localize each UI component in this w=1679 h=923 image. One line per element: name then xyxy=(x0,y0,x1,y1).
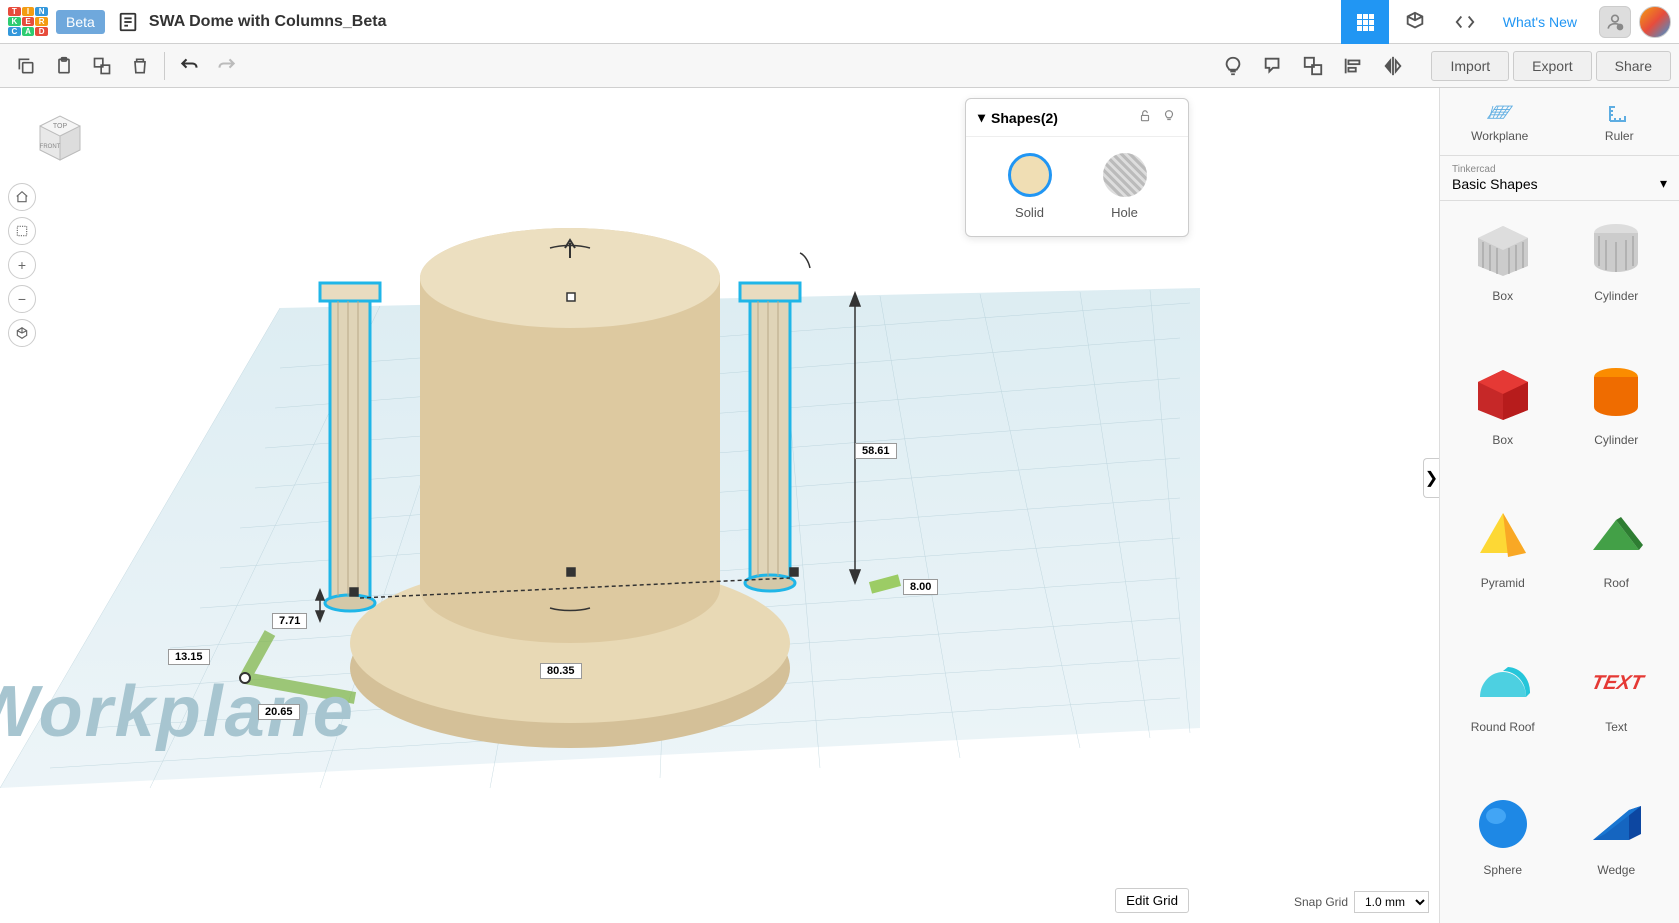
shape-cylinder-striped[interactable]: Cylinder xyxy=(1566,213,1668,337)
shape-box-red[interactable]: Box xyxy=(1452,357,1554,481)
solid-label: Solid xyxy=(1015,205,1044,220)
shape-category-label: Tinkercad xyxy=(1452,164,1667,175)
canvas[interactable]: Workplane 58.61 80.35 20.65 13.15 7.71 8… xyxy=(0,88,1439,923)
svg-text:TEXT: TEXT xyxy=(1590,672,1647,694)
app-header: TIN KER CAD Beta SWA Dome with Columns_B… xyxy=(0,0,1679,44)
shape-category-value: Basic Shapes xyxy=(1452,176,1538,192)
shapes-inspector-header[interactable]: ▾ Shapes(2) xyxy=(966,99,1188,137)
measurement-depth[interactable]: 7.71 xyxy=(272,613,307,629)
shape-label: Roof xyxy=(1604,576,1629,590)
export-button[interactable]: Export xyxy=(1513,51,1591,81)
shape-label: Box xyxy=(1492,433,1513,447)
lock-icon[interactable] xyxy=(1138,109,1152,126)
shape-roof[interactable]: Roof xyxy=(1566,500,1668,624)
chevron-down-icon: ▾ xyxy=(1660,175,1667,192)
blocks-mode-button[interactable] xyxy=(1391,0,1439,44)
share-button[interactable]: Share xyxy=(1596,51,1671,81)
sidebar-collapse-button[interactable]: ❯ xyxy=(1423,458,1439,498)
undo-button[interactable] xyxy=(171,48,207,84)
toolbar: Import Export Share xyxy=(0,44,1679,88)
duplicate-button[interactable] xyxy=(84,48,120,84)
paste-button[interactable] xyxy=(46,48,82,84)
workplane-tool-label: Workplane xyxy=(1471,129,1528,143)
ruler-tool[interactable]: Ruler xyxy=(1560,88,1679,155)
code-mode-button[interactable] xyxy=(1441,0,1489,44)
home-view-button[interactable] xyxy=(8,183,36,211)
shapes-inspector-title: Shapes(2) xyxy=(991,110,1058,126)
document-icon[interactable] xyxy=(117,11,139,33)
snap-grid-label: Snap Grid xyxy=(1294,895,1348,909)
shape-cylinder-orange[interactable]: Cylinder xyxy=(1566,357,1668,481)
fit-view-button[interactable] xyxy=(8,217,36,245)
shape-label: Round Roof xyxy=(1471,720,1535,734)
tinkercad-logo[interactable]: TIN KER CAD xyxy=(8,7,48,37)
whats-new-link[interactable]: What's New xyxy=(1491,14,1589,30)
ruler-tool-label: Ruler xyxy=(1605,129,1634,143)
shape-text[interactable]: TEXT Text xyxy=(1566,644,1668,768)
copy-button[interactable] xyxy=(8,48,44,84)
shape-sphere[interactable]: Sphere xyxy=(1452,787,1554,911)
redo-button[interactable] xyxy=(209,48,245,84)
group-button[interactable] xyxy=(1295,48,1331,84)
svg-text:TOP: TOP xyxy=(53,123,68,130)
hole-option[interactable]: Hole xyxy=(1103,153,1147,220)
beta-badge: Beta xyxy=(56,10,105,34)
lightbulb-icon[interactable] xyxy=(1162,109,1176,126)
view-cube[interactable]: TOP FRONT xyxy=(30,108,90,168)
delete-button[interactable] xyxy=(122,48,158,84)
shapes-inspector-panel: ▾ Shapes(2) Solid Hole xyxy=(965,98,1189,237)
solid-option[interactable]: Solid xyxy=(1008,153,1052,220)
user-avatar[interactable]: + xyxy=(1599,6,1631,38)
workplane-tool[interactable]: Workplane xyxy=(1440,88,1560,155)
svg-text:FRONT: FRONT xyxy=(40,144,61,150)
shape-label: Box xyxy=(1492,289,1513,303)
shape-label: Text xyxy=(1605,720,1627,734)
shape-library-grid: Box Cylinder Box Cylinder Pyramid Roof xyxy=(1440,201,1679,923)
shapes-sidebar: Workplane Ruler Tinkercad Basic Shapes ▾… xyxy=(1439,88,1679,923)
shape-label: Cylinder xyxy=(1594,289,1638,303)
document-title[interactable]: SWA Dome with Columns_Beta xyxy=(149,13,387,31)
zoom-in-button[interactable]: + xyxy=(8,251,36,279)
hole-label: Hole xyxy=(1111,205,1138,220)
edit-grid-button[interactable]: Edit Grid xyxy=(1115,888,1189,913)
bottom-controls: Edit Grid xyxy=(1115,888,1189,913)
measurement-offset-y[interactable]: 13.15 xyxy=(168,649,210,665)
shape-wedge[interactable]: Wedge xyxy=(1566,787,1668,911)
mirror-button[interactable] xyxy=(1375,48,1411,84)
grid-view-button[interactable] xyxy=(1341,0,1389,44)
zoom-out-button[interactable]: − xyxy=(8,285,36,313)
import-button[interactable]: Import xyxy=(1431,51,1509,81)
shape-label: Pyramid xyxy=(1481,576,1525,590)
measurement-width[interactable]: 80.35 xyxy=(540,663,582,679)
shape-box-striped[interactable]: Box xyxy=(1452,213,1554,337)
workplane-3d-view[interactable] xyxy=(0,88,1439,923)
account-avatar[interactable] xyxy=(1639,6,1671,38)
svg-text:+: + xyxy=(1618,24,1622,31)
shape-category-select[interactable]: Tinkercad Basic Shapes ▾ xyxy=(1440,156,1679,201)
align-button[interactable] xyxy=(1335,48,1371,84)
snap-grid-select[interactable]: 1.0 mm xyxy=(1354,891,1429,913)
chevron-down-icon: ▾ xyxy=(978,109,985,126)
hint-button[interactable] xyxy=(1215,48,1251,84)
shape-label: Sphere xyxy=(1483,863,1522,877)
measurement-height[interactable]: 58.61 xyxy=(855,443,897,459)
shape-label: Cylinder xyxy=(1594,433,1638,447)
shape-round-roof[interactable]: Round Roof xyxy=(1452,644,1554,768)
shape-label: Wedge xyxy=(1597,863,1635,877)
workplane-watermark: Workplane xyxy=(0,671,355,753)
view-controls: + − xyxy=(8,183,36,347)
notes-button[interactable] xyxy=(1255,48,1291,84)
perspective-button[interactable] xyxy=(8,319,36,347)
measurement-offset-x[interactable]: 20.65 xyxy=(258,704,300,720)
measurement-elevation[interactable]: 8.00 xyxy=(903,579,938,595)
shape-pyramid[interactable]: Pyramid xyxy=(1452,500,1554,624)
main-area: Workplane 58.61 80.35 20.65 13.15 7.71 8… xyxy=(0,88,1679,923)
